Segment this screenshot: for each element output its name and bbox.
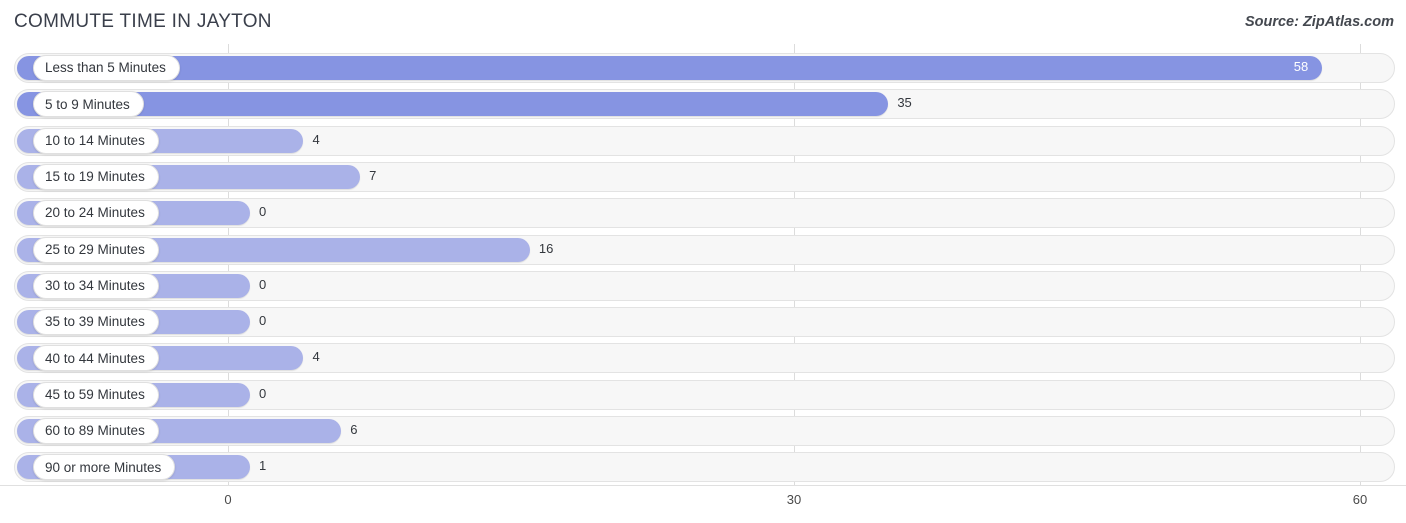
category-label-pill: 10 to 14 Minutes — [33, 127, 159, 154]
category-label-pill: 15 to 19 Minutes — [33, 163, 159, 190]
category-label: 10 to 14 Minutes — [45, 132, 145, 148]
axis-line — [0, 485, 1406, 486]
category-label-pill: Less than 5 Minutes — [33, 55, 180, 81]
category-label-pill: 5 to 9 Minutes — [33, 91, 144, 118]
chart-plot-area: Less than 5 Minutes 58 5 to 9 Minutes 35 10 … — [0, 44, 1406, 485]
category-label: 90 or more Minutes — [45, 459, 162, 475]
category-label-pill: 45 to 59 Minutes — [33, 381, 159, 408]
bar-value-label: 1 — [259, 458, 267, 474]
bar-row: 20 to 24 Minutes 0 — [0, 198, 1406, 229]
bar-rows: Less than 5 Minutes 58 5 to 9 Minutes 35 10 … — [0, 44, 1406, 485]
category-label: 30 to 34 Minutes — [45, 278, 145, 294]
bar-row: Less than 5 Minutes 58 — [0, 53, 1406, 83]
bar-value-label: 7 — [369, 167, 377, 183]
x-axis-tick-label: 0 — [224, 492, 232, 507]
bar-value-label: 58 — [1293, 59, 1309, 74]
category-label: 20 to 24 Minutes — [45, 205, 145, 221]
category-label: 15 to 19 Minutes — [45, 169, 145, 185]
bar-value-label: 0 — [259, 313, 267, 329]
category-label-pill: 90 or more Minutes — [33, 454, 176, 481]
bar-row: 30 to 34 Minutes 0 — [0, 270, 1406, 301]
category-label-pill: 30 to 34 Minutes — [33, 272, 159, 299]
bar[interactable] — [17, 56, 1323, 80]
bar-value-label: 6 — [350, 422, 358, 437]
page-title: COMMUTE TIME IN JAYTON — [14, 11, 272, 32]
category-label-pill: 20 to 24 Minutes — [33, 200, 159, 227]
bar-row: 10 to 14 Minutes 4 — [0, 125, 1406, 156]
category-label: 25 to 29 Minutes — [45, 241, 145, 257]
category-label-pill: 35 to 39 Minutes — [33, 309, 159, 336]
category-label: 45 to 59 Minutes — [45, 386, 145, 402]
chart-header: COMMUTE TIME IN JAYTON Source: ZipAtlas.… — [0, 0, 1406, 44]
category-label-pill: 25 to 29 Minutes — [33, 236, 159, 263]
bar-row: 90 or more Minutes 1 — [0, 452, 1406, 483]
bar-row: 35 to 39 Minutes 0 — [0, 307, 1406, 338]
category-label-pill: 40 to 44 Minutes — [33, 345, 159, 372]
bar-value-label: 0 — [259, 204, 267, 220]
bar-value-label: 16 — [538, 240, 554, 256]
bar-row: 15 to 19 Minutes 7 — [0, 161, 1406, 192]
category-label: 40 to 44 Minutes — [45, 350, 145, 366]
bar-row: 5 to 9 Minutes 35 — [0, 89, 1406, 120]
bar-value-label: 35 — [897, 95, 912, 111]
category-label: 5 to 9 Minutes — [45, 96, 130, 112]
bar[interactable] — [17, 92, 889, 117]
bar-row: 60 to 89 Minutes 6 — [0, 416, 1406, 446]
bar-value-label: 4 — [312, 131, 320, 147]
category-label: 35 to 39 Minutes — [45, 314, 145, 330]
x-axis-tick-label: 30 — [786, 492, 802, 507]
bar-row: 45 to 59 Minutes 0 — [0, 379, 1406, 410]
bar-value-label: 0 — [259, 385, 267, 401]
x-axis: 0 30 60 — [0, 485, 1406, 523]
bar-value-label: 4 — [312, 349, 320, 365]
source-attribution: Source: ZipAtlas.com — [1244, 14, 1394, 30]
category-label-pill: 60 to 89 Minutes — [33, 418, 159, 444]
bar-value-label: 0 — [259, 276, 267, 292]
x-axis-tick-label: 60 — [1352, 492, 1368, 507]
bar-row: 40 to 44 Minutes 4 — [0, 343, 1406, 374]
category-label: Less than 5 Minutes — [45, 60, 166, 76]
bar-row: 25 to 29 Minutes 16 — [0, 234, 1406, 265]
category-label: 60 to 89 Minutes — [45, 423, 145, 439]
